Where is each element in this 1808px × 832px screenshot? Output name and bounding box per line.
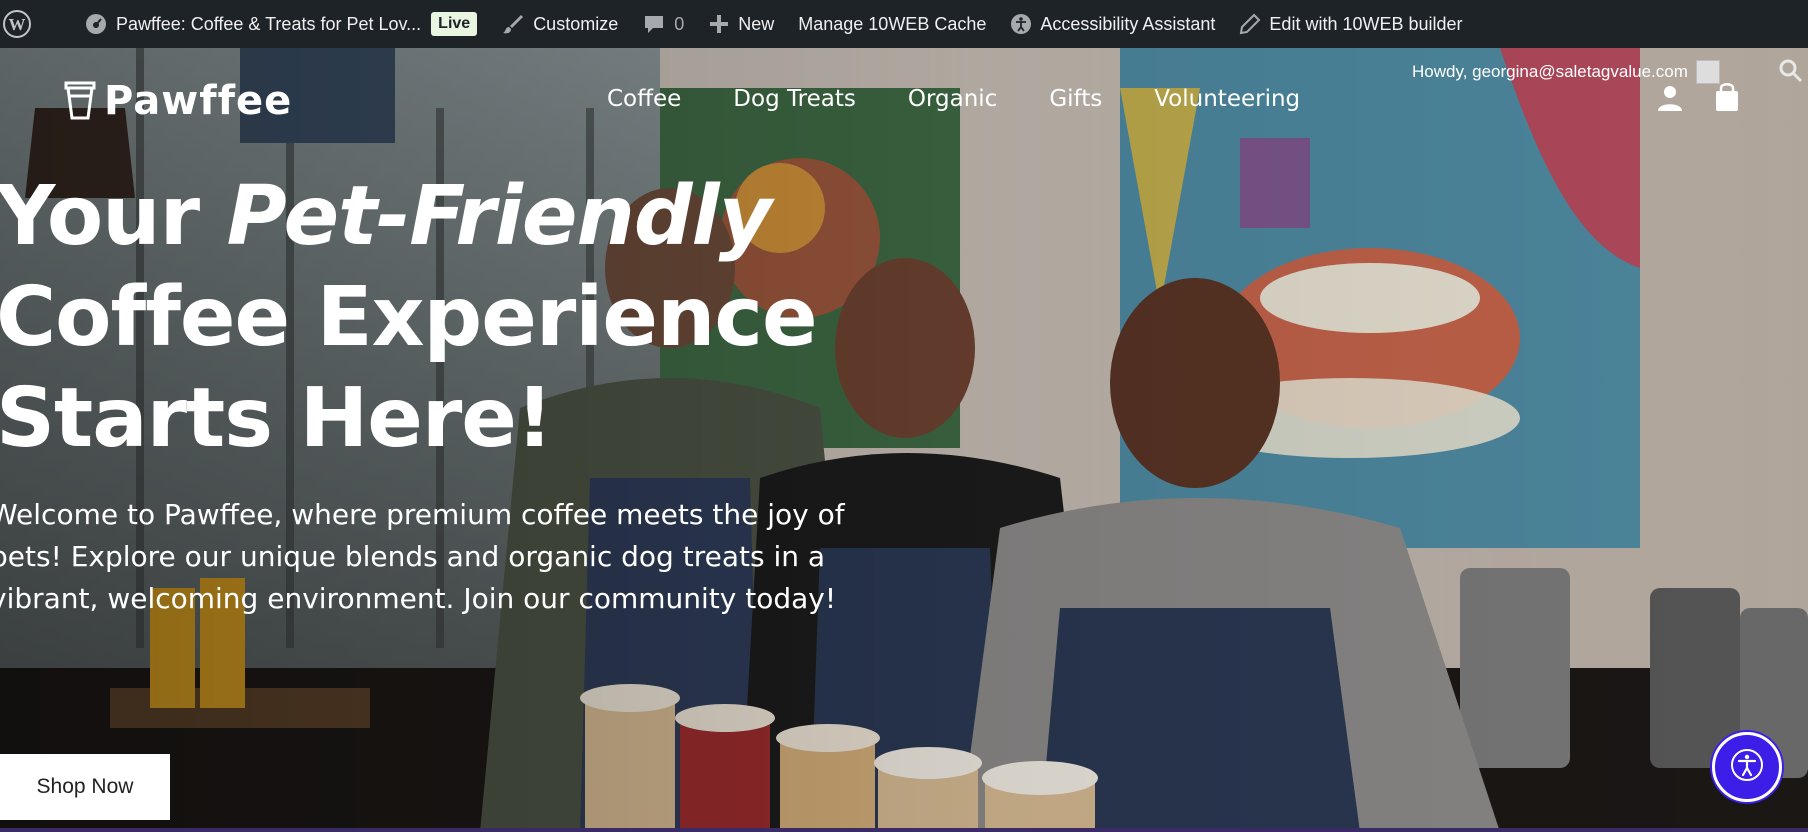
comment-count: 0: [674, 13, 685, 34]
dashboard-icon: [84, 12, 108, 36]
site-name-menu[interactable]: Pawffee: Coffee & Treats for Pet Lov... …: [44, 0, 489, 48]
manage-cache-link[interactable]: Manage 10WEB Cache: [786, 0, 998, 48]
comments-link[interactable]: 0: [630, 0, 696, 48]
brush-icon: [501, 12, 525, 36]
main-navigation: Coffee Dog Treats Organic Gifts Voluntee…: [607, 86, 1352, 112]
wordpress-icon: W: [2, 9, 32, 39]
coffee-cup-icon: [64, 78, 96, 124]
hero-subtext: Welcome to Pawffee, where premium coffee…: [0, 498, 845, 615]
howdy-text: Howdy, georgina@saletagvalue.com: [1412, 62, 1688, 81]
shop-now-button[interactable]: Shop Now: [0, 754, 170, 820]
headline-emphasis: Pet-Friendly: [226, 169, 773, 264]
howdy-account-menu[interactable]: Howdy, georgina@saletagvalue.com: [1412, 60, 1720, 84]
hero-section: Pawffee Coffee Dog Treats Organic Gifts …: [0, 48, 1808, 832]
headline-line3: Starts Here!: [0, 371, 553, 466]
accessibility-label: Accessibility Assistant: [1040, 13, 1216, 34]
customize-link[interactable]: Customize: [489, 0, 630, 48]
new-label: New: [738, 13, 775, 34]
headline-line1-start: Your: [0, 169, 227, 264]
nav-item-gifts[interactable]: Gifts: [1049, 86, 1102, 112]
live-badge: Live: [431, 12, 478, 36]
manage-cache-label: Manage 10WEB Cache: [798, 13, 987, 34]
headline-line2: Coffee Experience: [0, 270, 818, 365]
nav-item-organic[interactable]: Organic: [908, 86, 997, 112]
accessibility-widget-button[interactable]: [1712, 732, 1782, 802]
accessibility-icon: [1010, 13, 1032, 35]
user-account-icon[interactable]: [1656, 84, 1684, 116]
nav-item-dog-treats[interactable]: Dog Treats: [733, 86, 856, 112]
nav-item-coffee[interactable]: Coffee: [607, 86, 681, 112]
logo-text: Pawffee: [104, 78, 293, 124]
nav-item-volunteering[interactable]: Volunteering: [1154, 86, 1300, 112]
wordpress-menu[interactable]: W: [0, 0, 44, 48]
svg-text:W: W: [9, 15, 26, 34]
new-content-menu[interactable]: New: [696, 0, 786, 48]
customize-label: Customize: [533, 13, 619, 34]
comment-icon: [642, 12, 666, 36]
search-icon[interactable]: [1778, 58, 1804, 88]
pencil-icon: [1239, 13, 1261, 35]
bottom-divider: [0, 828, 1808, 832]
accessibility-assistant-link[interactable]: Accessibility Assistant: [998, 0, 1227, 48]
avatar: [1695, 60, 1720, 84]
hero-headline: Your Pet-Friendly Coffee Experience Star…: [0, 166, 818, 469]
site-logo[interactable]: Pawffee: [64, 78, 292, 124]
plus-icon: [708, 13, 730, 35]
shopping-bag-icon[interactable]: [1714, 82, 1740, 116]
accessibility-person-icon: [1729, 747, 1765, 787]
admin-bar: W Pawffee: Coffee & Treats for Pet Lov..…: [0, 0, 1808, 48]
site-title: Pawffee: Coffee & Treats for Pet Lov...: [116, 13, 422, 34]
edit-builder-link[interactable]: Edit with 10WEB builder: [1227, 0, 1474, 48]
edit-builder-label: Edit with 10WEB builder: [1269, 13, 1463, 34]
